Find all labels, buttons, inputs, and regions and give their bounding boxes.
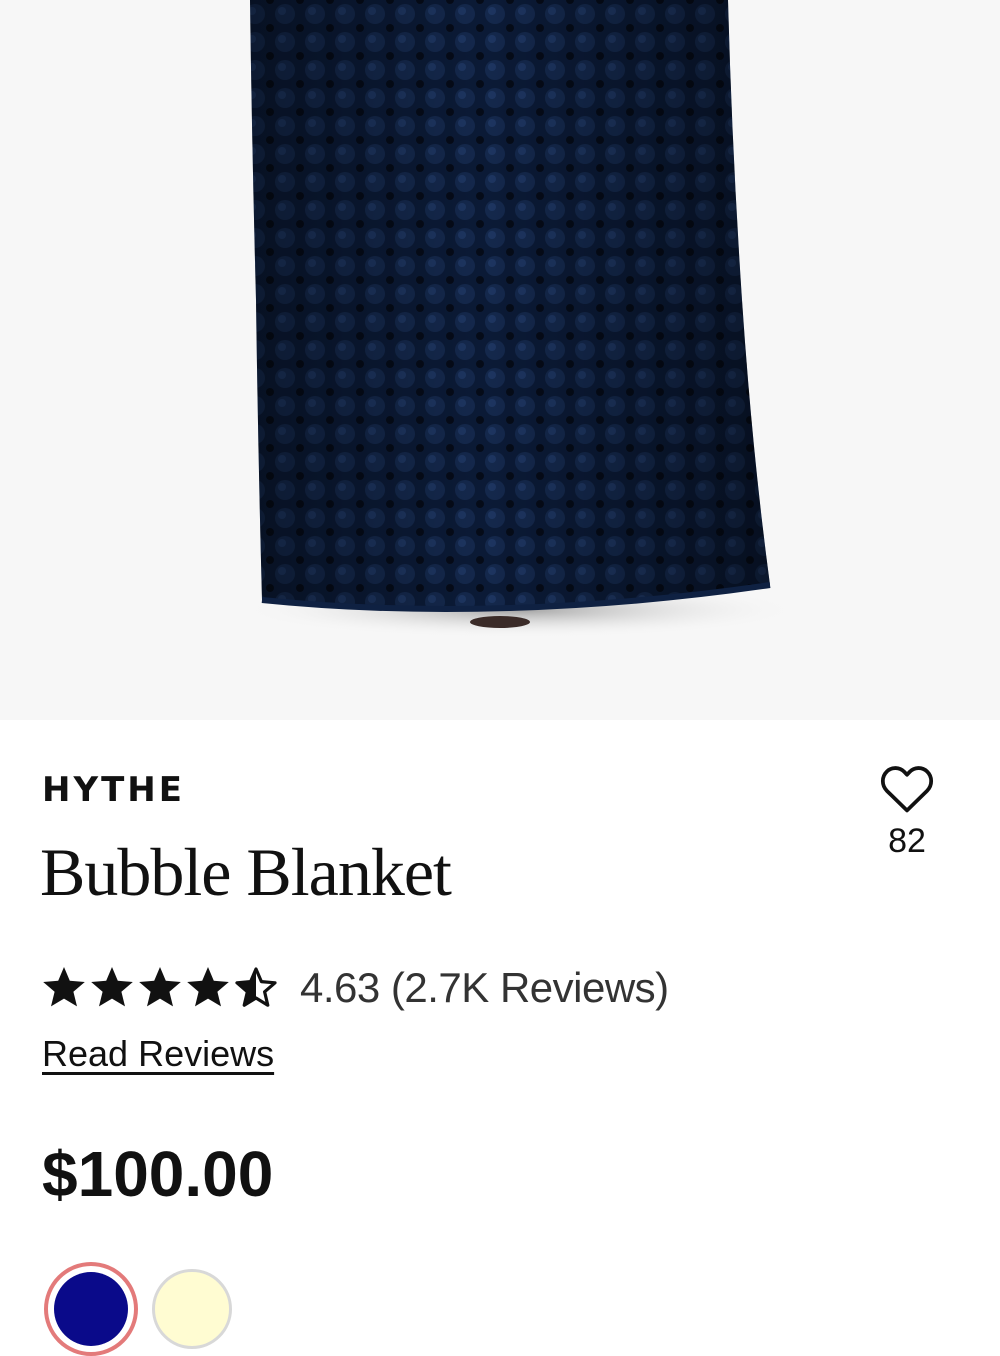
swatch-cream[interactable] [152, 1269, 232, 1349]
product-title: Bubble Blanket [40, 834, 452, 910]
favorite-button[interactable]: 82 [868, 762, 946, 860]
star-half-icon [235, 967, 277, 1007]
brand-name[interactable]: HYTHE [42, 770, 185, 810]
blanket-image [240, 0, 800, 638]
color-swatches [44, 1262, 232, 1356]
swatch-navy-fill [54, 1272, 128, 1346]
rating-summary[interactable]: 4.63 (2.7K Reviews) [40, 958, 669, 1018]
swatch-navy[interactable] [44, 1262, 138, 1356]
product-image[interactable] [0, 0, 1000, 720]
read-reviews-link[interactable]: Read Reviews [42, 1032, 274, 1076]
heart-outline-icon [880, 766, 934, 813]
star-icon [187, 967, 229, 1007]
star-icon [139, 967, 181, 1007]
swatch-cream-fill [152, 1269, 232, 1349]
star-icon [91, 967, 133, 1007]
star-icon [43, 967, 85, 1007]
star-rating [40, 964, 280, 1012]
product-price: $100.00 [42, 1138, 274, 1210]
favorite-count: 82 [888, 822, 926, 860]
rating-text: 4.63 (2.7K Reviews) [300, 964, 669, 1011]
